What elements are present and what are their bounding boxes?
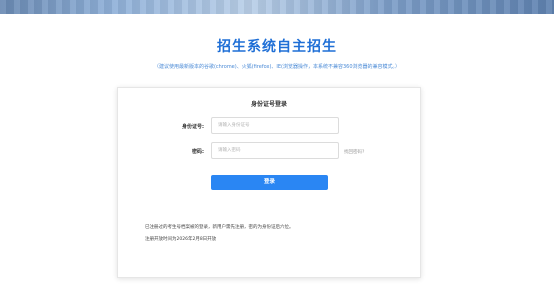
login-button[interactable]: 登录	[211, 175, 328, 190]
login-card-title: 身份证号登录	[250, 101, 287, 108]
login-card: 身份证号登录 身份证号: 密码: 找回密码? 登录 已注册过的考生号档案被的登录…	[117, 87, 421, 278]
info-line-registration: 已注册过的考生号档案被的登录，新用户需先注册，密的为身份证后六位。	[145, 225, 294, 230]
forgot-password-link[interactable]: 找回密码?	[344, 149, 364, 155]
password-input[interactable]	[211, 142, 339, 159]
info-line-open-date: 注册开放时间为2026年2月8日开放	[145, 237, 217, 242]
page-title: 招生系统自主招生	[217, 39, 337, 55]
id-number-label: 身份证号:	[182, 124, 204, 130]
password-label: 密码:	[192, 149, 204, 155]
id-number-input[interactable]	[211, 117, 339, 134]
header-banner	[0, 0, 554, 14]
browser-notice: （建议使用最新版本的谷歌(chrome)、火狐(firefox)、IE(浏览器操…	[153, 64, 401, 70]
